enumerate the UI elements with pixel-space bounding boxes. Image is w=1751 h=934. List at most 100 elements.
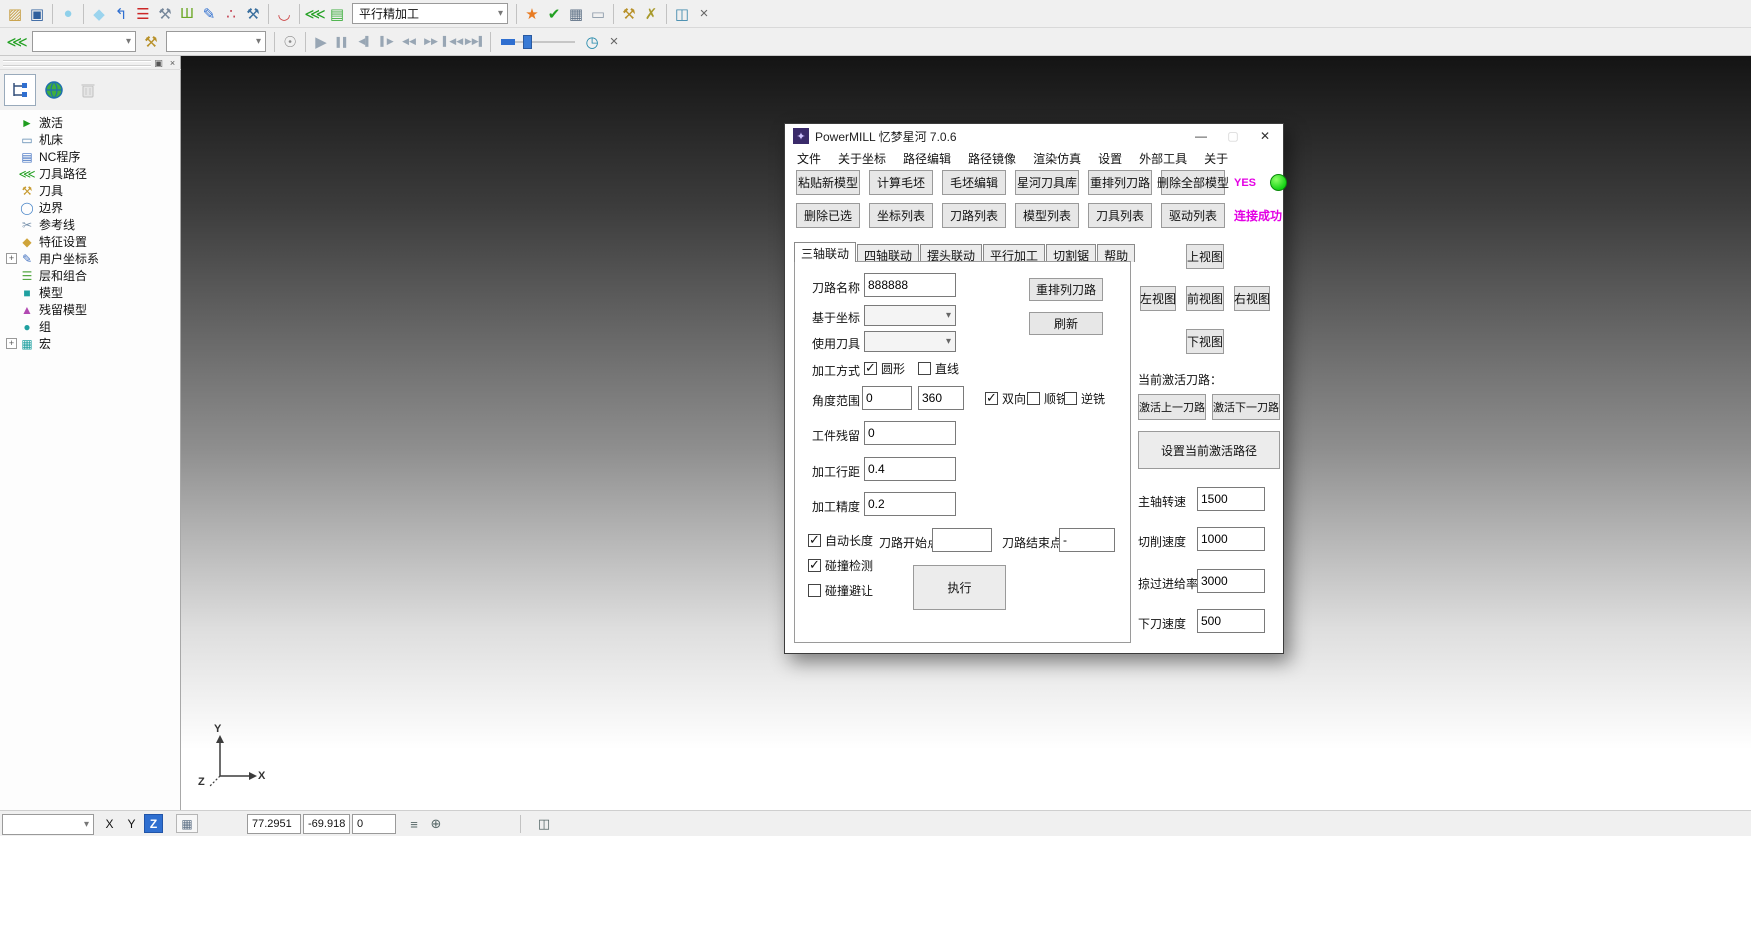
toolpath-select-icon[interactable]: ⋘ [6,30,28,54]
strategy-combobox[interactable]: 平行精加工 ▾ [352,3,508,24]
slider-thumb[interactable] [523,35,532,49]
tree-item[interactable]: ■模型 [6,284,180,301]
list-options-icon[interactable]: ≡ [404,814,424,834]
cross-arrows-icon[interactable]: ✗ [640,2,662,26]
activate-next-toolpath-button[interactable]: 激活下一刀路 [1212,394,1280,420]
save-project-icon[interactable]: ▣ [26,2,48,26]
right-view-button[interactable]: 右视图 [1234,286,1270,311]
tree-item[interactable]: ▭机床 [6,131,180,148]
panel-grip[interactable]: ▣ × [0,56,181,70]
toolbar-close-icon[interactable]: × [693,2,715,26]
axis-y-button[interactable]: Y [122,814,141,833]
calculator-icon[interactable]: ▦ [565,2,587,26]
skim-feed-input[interactable] [1197,569,1265,593]
dialog-action-button[interactable]: 刀具列表 [1088,203,1152,228]
tool-verify-icon[interactable]: ✔ [543,2,565,26]
tree-item[interactable]: ◆特征设置 [6,233,180,250]
coord-select[interactable]: ▾ [864,305,956,326]
rewind-icon[interactable]: ◀◀ [398,30,420,54]
pages-icon[interactable]: ◫ [534,814,554,834]
dialog-action-button[interactable]: 模型列表 [1015,203,1079,228]
collision-check-checkbox[interactable]: 碰撞检测 [808,557,873,574]
tab-explorer-tree[interactable] [4,74,36,106]
tool-contact-icon[interactable]: ◡ [273,2,295,26]
mirror-cylinders-icon[interactable]: ◫ [671,2,693,26]
tool-mount-icon[interactable]: ⚒ [154,2,176,26]
tree-item[interactable]: ⋘刀具路径 [6,165,180,182]
clock-icon[interactable]: ◷ [581,30,603,54]
mode-circle-checkbox[interactable]: 圆形 [864,360,905,377]
menu-item[interactable]: 关于坐标 [838,150,886,167]
tree-item[interactable]: ●组 [6,318,180,335]
stock-remain-input[interactable] [864,421,956,445]
dialog-action-button[interactable]: 毛坯编辑 [942,170,1006,195]
menu-item[interactable]: 关于 [1204,150,1228,167]
dialog-action-button[interactable]: 删除全部模型 [1161,170,1225,195]
tree-item[interactable]: ►激活 [6,114,180,131]
reorder-toolpaths-button[interactable]: 重排列刀路 [1029,278,1103,301]
dialog-action-button[interactable]: 坐标列表 [869,203,933,228]
cursor-target-icon[interactable]: ⊕ [426,814,446,834]
pause-icon[interactable]: ▌▌ [332,30,354,54]
tab-item[interactable]: 帮助 [1097,244,1135,262]
menu-item[interactable]: 文件 [797,150,821,167]
dialog-action-button[interactable]: 刀路列表 [942,203,1006,228]
tab-item[interactable]: 摆头联动 [920,244,982,262]
angle-from-input[interactable] [862,386,912,410]
tool-select[interactable]: ▾ [864,331,956,352]
tab-explorer-trash[interactable] [72,74,104,106]
expand-icon[interactable]: + [6,253,17,264]
tree-item[interactable]: ⚒刀具 [6,182,180,199]
menu-item[interactable]: 设置 [1098,150,1122,167]
dialog-action-button[interactable]: 驱动列表 [1161,203,1225,228]
tree-item[interactable]: ☰层和组合 [6,267,180,284]
expand-icon[interactable]: + [6,338,17,349]
strategy-sheet-icon[interactable]: ▤ [326,2,348,26]
axis-z-button[interactable]: Z [144,814,163,833]
grid-icon[interactable]: ▦ [176,814,198,833]
bulb-icon[interactable]: ☉ [279,30,301,54]
tree-item[interactable]: +✎用户坐标系 [6,250,180,267]
conventional-checkbox[interactable]: 逆铣 [1064,390,1105,407]
toolpath-star-icon[interactable]: ★ [521,2,543,26]
tree-item[interactable]: ◯边界 [6,199,180,216]
dialog-action-button[interactable]: 删除已选 [796,203,860,228]
spindle-speed-input[interactable] [1197,487,1265,511]
coord-z-field[interactable]: 0 [352,814,396,834]
play-icon[interactable]: ▶ [310,30,332,54]
end-point-input[interactable] [1059,528,1115,552]
close-button[interactable]: ✕ [1251,126,1279,146]
status-combobox[interactable]: ▾ [2,814,94,835]
minimize-button[interactable]: — [1187,126,1215,146]
tree-item[interactable]: +▦宏 [6,335,180,352]
open-project-icon[interactable]: ▨ [4,2,26,26]
tab-item[interactable]: 三轴联动 [794,242,856,262]
tree-item[interactable]: ✂参考线 [6,216,180,233]
front-view-button[interactable]: 前视图 [1186,286,1224,311]
coord-y-field[interactable]: -69.918 [303,814,350,834]
close-panel-icon[interactable]: × [166,57,179,69]
start-point-input[interactable] [932,528,992,552]
block-icon[interactable]: ◆ [88,2,110,26]
stock-edit-icon[interactable]: ☰ [132,2,154,26]
angle-to-input[interactable] [918,386,964,410]
skip-end-icon[interactable]: ▶▶▌ [464,30,486,54]
set-active-path-button[interactable]: 设置当前激活路径 [1138,431,1280,469]
tab-item[interactable]: 切割锯 [1046,244,1096,262]
activate-prev-toolpath-button[interactable]: 激活上一刀路 [1138,394,1206,420]
bidirectional-checkbox[interactable]: 双向 [985,390,1026,407]
tree-item[interactable]: ▲残留模型 [6,301,180,318]
plunge-speed-input[interactable] [1197,609,1265,633]
tool-pair-icon[interactable]: ⚒ [618,2,640,26]
top-view-button[interactable]: 上视图 [1186,244,1224,269]
menu-item[interactable]: 路径镜像 [968,150,1016,167]
dialog-action-button[interactable]: 计算毛坯 [869,170,933,195]
menu-item[interactable]: 外部工具 [1139,150,1187,167]
toolpath-name-input[interactable] [864,273,956,297]
toolpath-strategy-icon[interactable]: ⋘ [304,2,326,26]
coord-x-field[interactable]: 77.2951 [247,814,301,834]
auto-length-checkbox[interactable]: 自动长度 [808,532,873,549]
tab-item[interactable]: 平行加工 [983,244,1045,262]
collision-avoid-checkbox[interactable]: 碰撞避让 [808,582,873,599]
dialog-action-button[interactable]: 粘贴新模型 [796,170,860,195]
